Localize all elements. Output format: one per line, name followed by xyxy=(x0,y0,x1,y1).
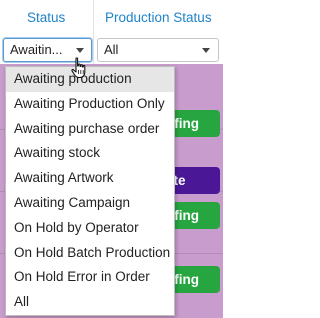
status-dropdown-list: Awaiting production Awaiting Production … xyxy=(5,66,175,316)
production-status-filter-select[interactable]: All xyxy=(97,38,219,62)
hand-pointer-icon xyxy=(71,57,86,79)
chevron-down-icon xyxy=(202,48,210,53)
dropdown-option[interactable]: Awaiting Artwork xyxy=(6,166,174,191)
status-column-header[interactable]: Status xyxy=(27,10,65,25)
dropdown-option[interactable]: All xyxy=(6,290,174,315)
dropdown-option[interactable]: On Hold Error in Order xyxy=(6,265,174,290)
dropdown-option[interactable]: Awaiting production xyxy=(6,67,174,92)
production-status-column-header[interactable]: Production Status xyxy=(105,10,212,25)
dropdown-option[interactable]: Awaiting purchase order xyxy=(6,117,174,142)
status-filter-value: Awaitin... xyxy=(10,42,63,57)
dropdown-option[interactable]: Awaiting Production Only xyxy=(6,92,174,117)
column-divider xyxy=(93,0,94,64)
table-header: Status Production Status xyxy=(0,0,223,35)
dropdown-option[interactable]: On Hold by Operator xyxy=(6,216,174,241)
dropdown-option[interactable]: Awaiting Campaign xyxy=(6,191,174,216)
chevron-down-icon xyxy=(76,48,84,53)
filter-row: Awaitin... All xyxy=(0,34,223,64)
production-status-filter-value: All xyxy=(104,42,119,57)
dropdown-option[interactable]: On Hold Batch Production xyxy=(6,241,174,266)
dropdown-option[interactable]: Awaiting stock xyxy=(6,141,174,166)
